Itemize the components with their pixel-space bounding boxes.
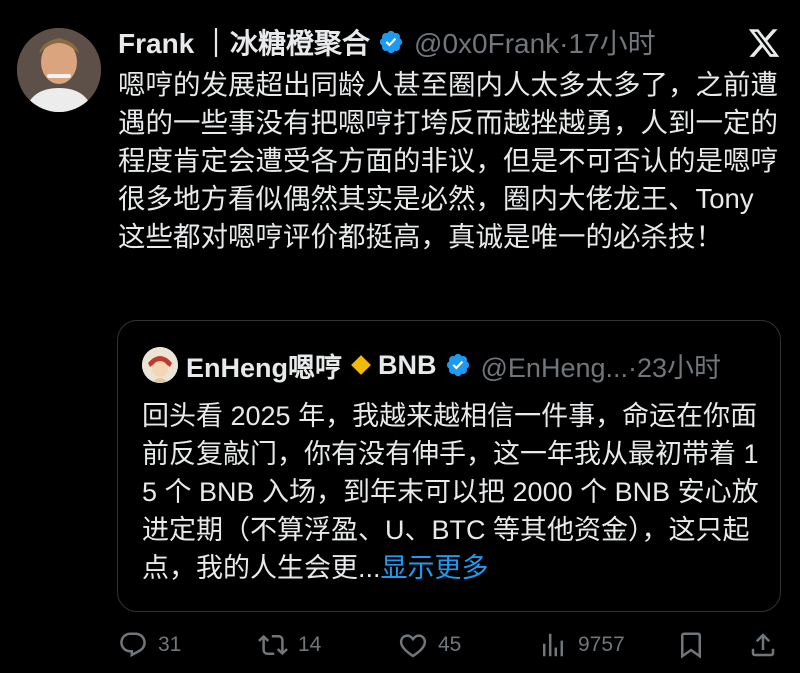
x-logo-icon [747,26,781,60]
heart-icon [399,634,427,658]
author-handle[interactable]: @0x0Frank·17小时 [414,22,656,62]
author-name[interactable]: Frank ｜冰糖橙聚合 [118,22,370,62]
diamond-icon [350,354,372,376]
quoted-author-name[interactable]: EnHeng嗯哼 [186,346,342,385]
analytics-icon [543,633,563,657]
tweet-text: 嗯哼的发展超出同龄人甚至圈内人太多太多了，之前遭遇的一些事没有把嗯哼打垮反而越挫… [118,69,778,252]
reply-count: 31 [158,633,182,656]
reply-icon [120,632,146,658]
retweet-count: 14 [298,633,322,656]
view-count: 9757 [578,633,625,656]
author-avatar[interactable] [17,28,101,112]
quoted-tweet-text: 回头看 2025 年，我越来越相信一件事，命运在你面前反复敲门，你有没有伸手，这… [142,397,762,587]
like-button[interactable]: 45 [398,630,461,660]
share-button[interactable] [748,630,788,660]
quoted-tweet-header: EnHeng嗯哼 BNB @EnHeng...·23小时 [142,347,721,383]
views-button[interactable]: 9757 [538,630,625,660]
bookmark-button[interactable] [676,630,716,660]
retweet-icon [258,634,288,656]
like-count: 45 [438,633,462,656]
show-more-link[interactable]: 显示更多 [381,553,489,583]
quoted-author-handle[interactable]: @EnHeng...·23小时 [481,346,722,385]
retweet-button[interactable]: 14 [258,630,321,660]
verified-badge-icon [445,352,471,378]
verified-badge-icon [378,29,404,55]
bookmark-icon [681,632,701,659]
share-icon [751,633,775,657]
tweet-header: Frank ｜冰糖橙聚合 @0x0Frank·17小时 [118,22,656,62]
quoted-tweet-ellipsis: ... [358,553,381,583]
reply-button[interactable]: 31 [118,630,181,660]
quoted-author-badge-text: BNB [378,349,437,380]
quoted-tweet[interactable]: EnHeng嗯哼 BNB @EnHeng...·23小时 回头看 2025 年，… [117,320,781,612]
tweet-action-bar: 31 14 45 9757 [0,620,800,670]
quoted-author-avatar [142,347,178,383]
